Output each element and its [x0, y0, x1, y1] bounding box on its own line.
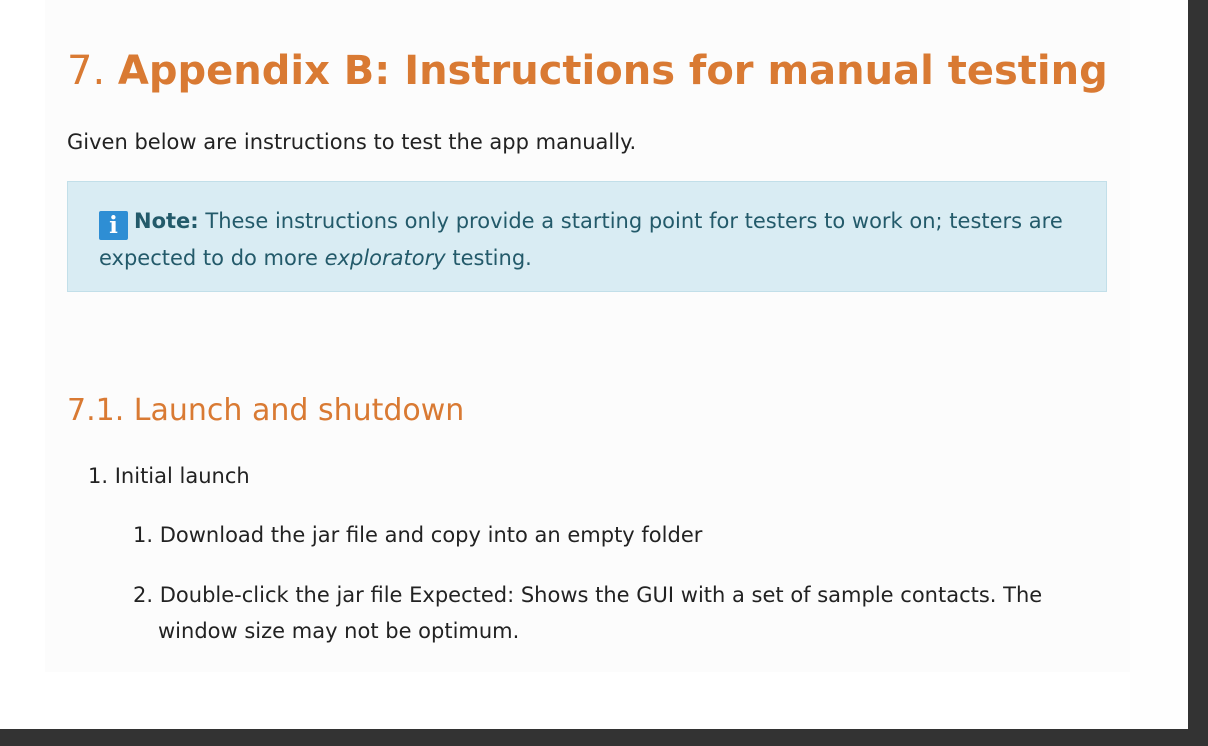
subsection-number: 7.1.	[67, 393, 125, 428]
subsection-heading: 7.1. Launch and shutdown	[67, 391, 464, 431]
list-item-number: 1.	[88, 464, 109, 488]
section-number: 7.	[67, 48, 106, 94]
note-admonition: i Note: These instructions only provide a…	[67, 181, 1107, 292]
section-heading: 7. Appendix B: Instructions for manual t…	[67, 44, 1108, 98]
sub-list-item-number: 1.	[133, 523, 154, 547]
window-frame-right	[1188, 0, 1208, 746]
note-content: i Note: These instructions only provide a…	[99, 203, 1089, 276]
document-panel	[45, 0, 1130, 672]
subsection-title: Launch and shutdown	[133, 393, 465, 428]
list-item-label: Initial launch	[114, 464, 250, 488]
note-emphasis: exploratory	[324, 246, 446, 270]
document-margin	[1130, 0, 1188, 729]
note-label: Note:	[134, 209, 199, 233]
section-title: Appendix B: Instructions for manual test…	[117, 48, 1108, 94]
note-text-before: These instructions only provide a starti…	[99, 209, 1063, 270]
list-item: 1. Initial launch	[88, 458, 250, 494]
sub-list-item: 2. Double-click the jar file Expected: S…	[133, 577, 1088, 649]
window-frame-bottom	[0, 729, 1208, 746]
sub-list-item: 1. Download the jar file and copy into a…	[133, 517, 702, 553]
sub-list-item-number: 2.	[133, 583, 154, 607]
info-icon: i	[99, 211, 128, 240]
section-intro: Given below are instructions to test the…	[67, 130, 637, 154]
note-text-after: testing.	[452, 246, 532, 270]
sub-list-item-text: Double-click the jar file Expected: Show…	[158, 583, 1043, 643]
sub-list-item-text: Download the jar file and copy into an e…	[159, 523, 703, 547]
